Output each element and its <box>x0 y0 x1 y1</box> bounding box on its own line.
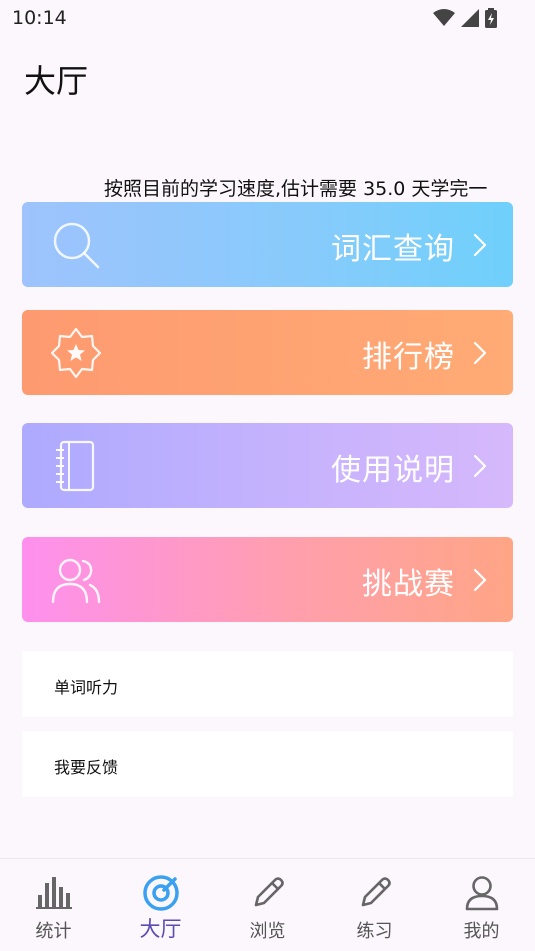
signal-icon <box>461 9 479 27</box>
nav-item-hall[interactable]: 大厅 <box>107 859 214 951</box>
word-listening-label: 单词听力 <box>54 678 119 697</box>
feedback-row[interactable]: 我要反馈 <box>22 731 513 797</box>
bottom-nav: 统计 大厅 浏览 练习 我的 <box>0 858 535 951</box>
word-listening-row[interactable]: 单词听力 <box>22 651 513 717</box>
instructions-label: 使用说明 <box>331 453 455 488</box>
battery-icon <box>485 8 497 28</box>
search-icon <box>53 222 100 269</box>
nav-label-statistics: 统计 <box>35 921 72 942</box>
nav-label-practice: 练习 <box>356 921 393 942</box>
chevron-right-icon <box>473 454 487 478</box>
notebook-icon <box>56 440 95 492</box>
chevron-right-icon <box>473 568 487 592</box>
pencil-icon <box>361 877 391 907</box>
star-badge-icon <box>50 327 102 379</box>
study-progress-ticker: 按照目前的学习速度,估计需要 35.0 天学完一 <box>104 178 488 200</box>
nav-item-statistics[interactable]: 统计 <box>0 859 107 951</box>
challenge-label: 挑战赛 <box>362 567 455 602</box>
feedback-label: 我要反馈 <box>54 758 119 777</box>
status-icons <box>433 8 497 28</box>
vocabulary-search-label: 词汇查询 <box>331 232 455 267</box>
bar-chart-icon <box>35 877 72 909</box>
instructions-card[interactable]: 使用说明 <box>22 423 513 508</box>
status-time: 10:14 <box>12 7 67 29</box>
users-icon <box>51 558 101 604</box>
ranking-label: 排行榜 <box>362 340 455 375</box>
page-title: 大厅 <box>24 62 89 100</box>
nav-item-mine[interactable]: 我的 <box>428 859 535 951</box>
vocabulary-search-card[interactable]: 词汇查询 <box>22 202 513 287</box>
hall-icon <box>142 875 179 911</box>
challenge-card[interactable]: 挑战赛 <box>22 537 513 622</box>
chevron-right-icon <box>473 233 487 257</box>
pencil-icon <box>254 877 284 907</box>
nav-item-practice[interactable]: 练习 <box>321 859 428 951</box>
nav-item-browse[interactable]: 浏览 <box>214 859 321 951</box>
user-icon <box>465 876 498 911</box>
wifi-icon <box>433 9 455 26</box>
chevron-right-icon <box>473 341 487 365</box>
nav-label-mine: 我的 <box>463 921 500 942</box>
nav-label-browse: 浏览 <box>249 921 286 942</box>
status-bar: 10:14 <box>0 0 535 36</box>
ranking-card[interactable]: 排行榜 <box>22 310 513 395</box>
nav-label-hall: 大厅 <box>139 917 182 941</box>
